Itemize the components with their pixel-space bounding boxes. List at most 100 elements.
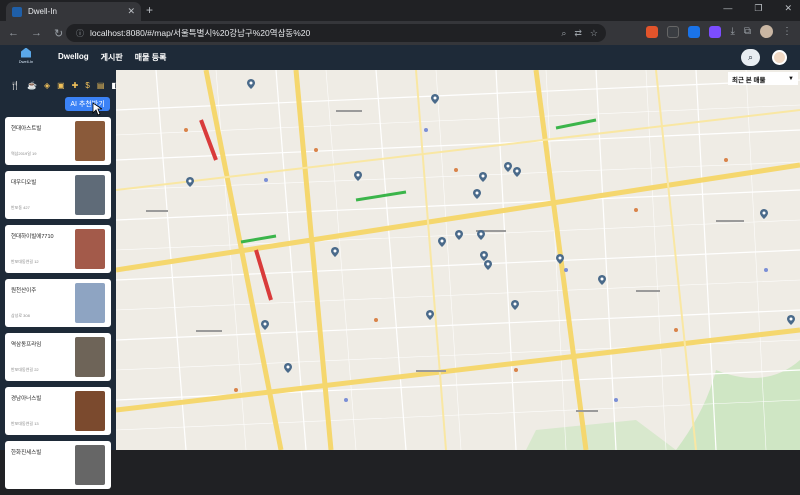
listing-list: 현대아스트빌 역삼2019일 19 대우디오빌 반포동 427 현대하이빌에77… bbox=[5, 117, 111, 495]
address-bar[interactable]: ⓘ localhost:8080/#/map/서울특별시%20강남구%20역삼동… bbox=[66, 24, 606, 42]
listing-address: 반포대동연길 13 bbox=[11, 421, 39, 426]
site-info-icon[interactable]: ⓘ bbox=[76, 28, 84, 39]
map-pin-icon[interactable] bbox=[438, 237, 446, 247]
url-text: localhost:8080/#/map/서울특별시%20강남구%20역삼동%2… bbox=[90, 28, 311, 38]
recent-listings-dropdown[interactable]: 최근 본 매물 ▼ bbox=[728, 72, 798, 85]
map-pin-icon[interactable] bbox=[598, 275, 606, 285]
dollar-icon[interactable]: $ bbox=[85, 81, 89, 90]
restaurant-icon[interactable]: 🍴 bbox=[10, 81, 20, 90]
listing-address: 반포동 427 bbox=[11, 205, 30, 210]
logo[interactable]: Dwell-In bbox=[14, 47, 38, 68]
sidebar: 🍴 ☕ ◈ ▣ ✚ $ ▤ ◧ AI 추천받기 현대아스트빌 역삼2019일 1… bbox=[0, 70, 119, 489]
map-pin-icon[interactable] bbox=[261, 320, 269, 330]
listing-thumbnail bbox=[75, 121, 105, 161]
browser-toolbar: ← → ↻ ⓘ localhost:8080/#/map/서울특별시%20강남구… bbox=[0, 21, 800, 45]
favicon-icon bbox=[12, 6, 22, 17]
map-pin-icon[interactable] bbox=[477, 230, 485, 240]
zoom-icon[interactable]: ⌕ bbox=[561, 28, 566, 39]
map-pin-icon[interactable] bbox=[473, 189, 481, 199]
map-pin-icon[interactable] bbox=[284, 363, 292, 373]
minimize-icon[interactable]: — bbox=[723, 3, 732, 14]
mouse-cursor-icon bbox=[92, 102, 102, 116]
cafe-icon[interactable]: ☕ bbox=[27, 81, 37, 90]
map-pin-icon[interactable] bbox=[511, 300, 519, 310]
chrome-menu-icon[interactable]: ⋮ bbox=[782, 26, 792, 37]
menu-register-listing[interactable]: 매물 등록 bbox=[135, 52, 167, 63]
extension-icon[interactable] bbox=[667, 25, 680, 38]
map-pin-icon[interactable] bbox=[331, 247, 339, 257]
user-avatar[interactable] bbox=[772, 50, 787, 65]
listing-thumbnail bbox=[75, 391, 105, 431]
listing-name: 현대하이빌에7710 bbox=[11, 234, 54, 240]
map-pin-icon[interactable] bbox=[556, 254, 564, 264]
recent-listings-label: 최근 본 매물 bbox=[732, 76, 766, 84]
listing-name: 역삼동프라임 bbox=[11, 342, 42, 348]
listing-address: 삼성로 308 bbox=[11, 313, 30, 318]
search-button[interactable]: ⌕ bbox=[741, 49, 760, 66]
hospital-icon[interactable]: ✚ bbox=[72, 81, 79, 90]
tab-title: Dwell-In bbox=[28, 7, 57, 16]
map-pin-icon[interactable] bbox=[247, 79, 255, 89]
map-pin-icon[interactable] bbox=[513, 167, 521, 177]
listing-card[interactable]: 경남아너스빌 반포대동연길 13 bbox=[5, 387, 111, 435]
layers-icon[interactable]: ◈ bbox=[44, 81, 50, 90]
map-view[interactable]: 최근 본 매물 ▼ bbox=[116, 70, 800, 450]
map-pin-icon[interactable] bbox=[479, 172, 487, 182]
map-pin-icon[interactable] bbox=[787, 315, 795, 325]
extension-icon[interactable] bbox=[688, 25, 701, 38]
profile-avatar[interactable] bbox=[760, 25, 773, 38]
listing-address: 반포대동연길 22 bbox=[11, 367, 39, 372]
listing-card[interactable]: 현대하이빌에7710 반포대동연길 12 bbox=[5, 225, 111, 273]
listing-card[interactable]: 현대아스트빌 역삼2019일 19 bbox=[5, 117, 111, 165]
new-tab-button[interactable]: + bbox=[146, 3, 153, 17]
translate-icon[interactable]: ⇄ bbox=[574, 28, 582, 39]
listing-card[interactable]: 원천산이주 삼성로 308 bbox=[5, 279, 111, 327]
map-pin-icon[interactable] bbox=[504, 162, 512, 172]
extensions-puzzle-icon[interactable]: ⧉ bbox=[744, 26, 751, 37]
tab-close-icon[interactable]: ✕ bbox=[127, 6, 135, 17]
map-pin-icon[interactable] bbox=[760, 209, 768, 219]
close-window-icon[interactable]: ✕ bbox=[784, 3, 792, 14]
listing-name: 경남아너스빌 bbox=[11, 396, 42, 402]
maximize-icon[interactable]: ❐ bbox=[754, 3, 762, 14]
map-pin-icon[interactable] bbox=[455, 230, 463, 240]
app-header: Dwell-In Dwellog 게시판 매물 등록 ⌕ bbox=[0, 45, 800, 70]
logo-text: Dwell-In bbox=[18, 58, 34, 64]
listing-address: 역삼2019일 19 bbox=[11, 151, 37, 156]
house-logo-icon bbox=[21, 47, 31, 58]
browser-tab[interactable]: Dwell-In ✕ bbox=[6, 2, 141, 21]
listing-card[interactable]: 역삼동프라임 반포대동연길 22 bbox=[5, 333, 111, 381]
listing-card[interactable]: 한화진세스빌 bbox=[5, 441, 111, 489]
map-pin-icon[interactable] bbox=[431, 94, 439, 104]
search-icon: ⌕ bbox=[747, 52, 754, 62]
download-icon[interactable]: ⤓ bbox=[730, 26, 734, 37]
menu-dwellog[interactable]: Dwellog bbox=[58, 52, 89, 63]
map-pin-icon[interactable] bbox=[426, 310, 434, 320]
listing-name: 한화진세스빌 bbox=[11, 450, 42, 456]
map-tiles bbox=[116, 70, 800, 450]
category-filter-bar: 🍴 ☕ ◈ ▣ ✚ $ ▤ ◧ bbox=[0, 70, 119, 90]
listing-address: 반포대동연길 12 bbox=[11, 259, 39, 264]
browser-tab-strip: Dwell-In ✕ + — ❐ ✕ bbox=[0, 0, 800, 21]
listing-card[interactable]: 대우디오빌 반포동 427 bbox=[5, 171, 111, 219]
map-pin-icon[interactable] bbox=[354, 171, 362, 181]
listing-thumbnail bbox=[75, 175, 105, 215]
listing-thumbnail bbox=[75, 337, 105, 377]
back-icon[interactable]: ← bbox=[8, 27, 19, 40]
bookmark-icon[interactable]: ☆ bbox=[590, 28, 598, 39]
reload-icon[interactable]: ↻ bbox=[54, 27, 63, 40]
ai-recommend-button[interactable]: AI 추천받기 bbox=[65, 97, 110, 111]
listing-name: 대우디오빌 bbox=[11, 180, 37, 186]
chevron-down-icon: ▼ bbox=[788, 75, 794, 82]
bank-icon[interactable]: ▣ bbox=[57, 81, 65, 90]
extension-icon[interactable] bbox=[709, 25, 722, 38]
map-pin-icon[interactable] bbox=[186, 177, 194, 187]
main-menu: Dwellog 게시판 매물 등록 bbox=[58, 52, 166, 63]
window-controls: — ❐ ✕ bbox=[723, 3, 792, 14]
listing-name: 원천산이주 bbox=[11, 288, 37, 294]
forward-icon[interactable]: → bbox=[31, 27, 42, 40]
document-icon[interactable]: ▤ bbox=[97, 81, 105, 90]
menu-board[interactable]: 게시판 bbox=[101, 52, 123, 63]
map-pin-icon[interactable] bbox=[484, 260, 492, 270]
extension-icon[interactable] bbox=[646, 25, 659, 38]
